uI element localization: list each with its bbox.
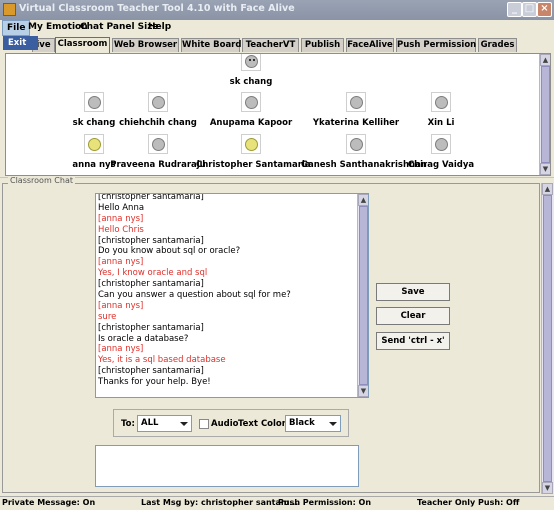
tab-push-permission[interactable]: Push Permission [396, 38, 476, 52]
chat-line: [anna nys] [98, 344, 144, 355]
chat-line: [christopher santamaria] [98, 279, 204, 290]
chevron-down-icon [329, 422, 337, 426]
message-input[interactable] [95, 445, 359, 487]
scroll-thumb[interactable] [359, 206, 368, 385]
tab-publish[interactable]: Publish [301, 38, 344, 52]
maximize-button[interactable]: □ [522, 2, 537, 17]
scroll-up-icon[interactable]: ▲ [540, 54, 550, 66]
chat-log[interactable]: [christopher santamaria] Hello Anna [anna … [95, 193, 369, 398]
text-color-label: Text Color: [238, 419, 290, 429]
status-teacher-push: Teacher Only Push: Off [417, 498, 520, 507]
tab-web-browser[interactable]: Web Browser [112, 38, 179, 52]
chat-line: Is oracle a database? [98, 333, 189, 344]
save-button[interactable]: Save [376, 283, 450, 301]
student-name: Xin Li [427, 118, 455, 128]
chat-panel-label: Classroom Chat [8, 176, 75, 185]
yellow-smiley-icon [84, 134, 104, 154]
chevron-down-icon [180, 422, 188, 426]
chat-line: Thanks for your help. Bye! [98, 377, 211, 388]
tab-teachervt[interactable]: TeacherVT [242, 38, 299, 52]
send-button[interactable]: Send 'ctrl - x' [376, 332, 450, 350]
tab-classroom[interactable]: Classroom [55, 37, 110, 53]
chat-panel-scrollbar[interactable]: ▲ ▼ [541, 183, 553, 494]
gray-smiley-icon [431, 92, 451, 112]
gray-smiley-icon [148, 92, 168, 112]
chat-line: Can you answer a question about sql for … [98, 290, 291, 301]
student-entry[interactable]: Christopher Santamaria [196, 134, 311, 170]
student-entry[interactable]: Chirag Vaidya [386, 134, 496, 170]
close-button[interactable]: × [537, 2, 552, 17]
scroll-up-icon[interactable]: ▲ [358, 194, 368, 206]
status-push-permission: Push Permission: On [278, 498, 372, 507]
minimize-button[interactable]: _ [507, 2, 522, 17]
recipient-value: ALL [141, 418, 159, 428]
chat-line: sure [98, 311, 117, 322]
gray-smiley-icon [84, 92, 104, 112]
window-title: Virtual Classroom Teacher Tool 4.10 with… [19, 3, 295, 14]
scroll-down-icon[interactable]: ▼ [358, 385, 368, 397]
tab-grades[interactable]: Grades [478, 38, 517, 52]
menu-help[interactable]: Help [144, 20, 175, 36]
student-name: Chirag Vaidya [407, 160, 475, 170]
file-menu-exit[interactable]: Exit [3, 36, 38, 50]
scroll-down-icon[interactable]: ▼ [542, 482, 553, 494]
to-label: To: [121, 419, 135, 429]
chat-line: Yes, it is a sql based database [98, 355, 226, 366]
gray-smiley-icon [148, 134, 168, 154]
status-last-message: Last Msg by: christopher santam... [141, 498, 299, 507]
title-bar: Virtual Classroom Teacher Tool 4.10 with… [0, 0, 554, 20]
roster-scrollbar[interactable]: ▲ ▼ [539, 54, 550, 175]
status-bar: Private Message: On Last Msg by: christo… [0, 496, 554, 510]
classroom-roster: sk chang sk chang chiehchih chang Anupam… [5, 53, 551, 176]
gray-smiley-icon [241, 92, 261, 112]
text-color-value: Black [289, 418, 315, 428]
chat-line: [christopher santamaria] [98, 193, 204, 202]
audio-checkbox[interactable] [199, 419, 209, 429]
chat-line: [anna nys] [98, 300, 144, 311]
gray-smiley-icon [346, 92, 366, 112]
chat-line: [christopher santamaria] [98, 366, 204, 377]
recipient-select[interactable]: ALL [137, 415, 192, 432]
chat-line: [christopher santamaria] [98, 235, 204, 246]
chat-options-bar: To: ALL Audio Text Color: Black [113, 409, 349, 437]
status-private-message: Private Message: On [2, 498, 96, 507]
student-name: Christopher Santamaria [196, 160, 311, 170]
yellow-smiley-icon [241, 134, 261, 154]
tab-facealive[interactable]: FaceAlive [346, 38, 394, 52]
chat-line: [anna nys] [98, 213, 144, 224]
gray-smiley-icon [241, 54, 261, 71]
chat-line: Hello Chris [98, 224, 144, 235]
chat-line: Do you know about sql or oracle? [98, 246, 241, 257]
scroll-down-icon[interactable]: ▼ [540, 163, 550, 175]
chat-log-scrollbar[interactable]: ▲ ▼ [357, 194, 368, 397]
clear-button[interactable]: Clear [376, 307, 450, 325]
tab-white-board[interactable]: White Board [181, 38, 241, 52]
scroll-up-icon[interactable]: ▲ [542, 183, 553, 195]
menu-bar: File My Emotion Chat Panel Size Help [0, 20, 554, 36]
gray-smiley-icon [431, 134, 451, 154]
audio-label: Audio [211, 419, 239, 429]
student-entry[interactable]: Xin Li [386, 92, 496, 128]
app-window: Virtual Classroom Teacher Tool 4.10 with… [0, 0, 554, 510]
app-icon [3, 3, 16, 16]
teacher-name: sk chang [229, 77, 273, 87]
chat-line: [anna nys] [98, 257, 144, 268]
chat-line: Hello Anna [98, 202, 145, 213]
gray-smiley-icon [346, 134, 366, 154]
student-entry[interactable]: Anupama Kapoor [196, 92, 306, 128]
student-name: Anupama Kapoor [209, 118, 293, 128]
teacher-entry[interactable]: sk chang [196, 54, 306, 87]
scroll-thumb[interactable] [543, 195, 552, 482]
scroll-thumb[interactable] [541, 66, 550, 163]
text-color-select[interactable]: Black [285, 415, 341, 432]
chat-line: Yes, I know oracle and sql [98, 268, 208, 279]
chat-line: [christopher santamaria] [98, 322, 204, 333]
